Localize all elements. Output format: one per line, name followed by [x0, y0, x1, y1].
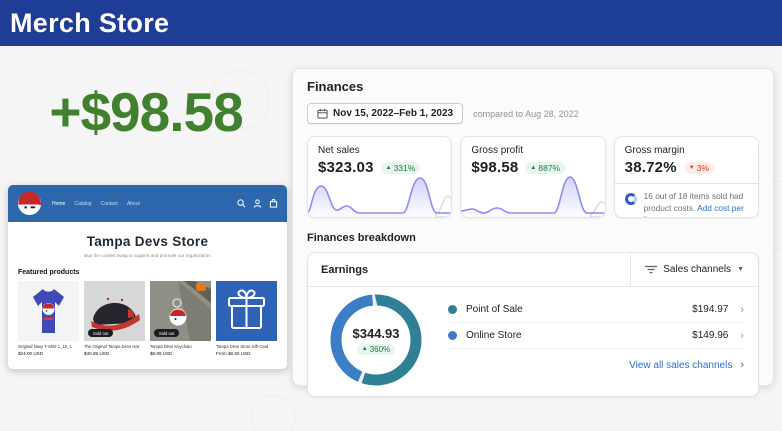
- chevron-down-icon: ▼: [737, 266, 744, 273]
- soldout-badge: Sold out: [154, 329, 179, 337]
- tshirt-image: [18, 281, 79, 341]
- channel-row-online-store[interactable]: Online Store $149.96 ›: [448, 323, 744, 349]
- chevron-right-icon: ›: [740, 359, 744, 371]
- metric-value: $323.03: [318, 159, 374, 176]
- slide: Merch Store +$98.58 Home Catalog Contact…: [0, 0, 782, 431]
- earnings-card: Earnings Sales channels ▼: [307, 252, 759, 397]
- product-name: Tampa Devs Store Gift Card: [216, 344, 277, 349]
- delta-badge: ▲ 331%: [381, 162, 421, 174]
- metric-label: Gross profit: [471, 145, 594, 156]
- product-name: Original Navy T-Shirt 1_10_1: [18, 344, 79, 349]
- store-nav-catalog[interactable]: Catalog: [74, 201, 91, 207]
- net-sales-sparkline: [308, 172, 452, 217]
- gross-profit-sparkline: [461, 172, 605, 217]
- earnings-donut-chart: $344.93 ▲ 360%: [326, 290, 426, 390]
- metric-label: Net sales: [318, 145, 441, 156]
- finances-breakdown-title: Finances breakdown: [307, 232, 759, 244]
- date-range-label: Nov 15, 2022–Feb 1, 2023: [333, 108, 453, 119]
- product-price: From $8.50 USD: [216, 351, 277, 356]
- arrow-up-icon: ▲: [362, 346, 368, 352]
- channel-value: $194.97: [692, 304, 728, 315]
- compare-text: compared to Aug 28, 2022: [473, 109, 579, 119]
- app-header: Merch Store: [0, 0, 782, 46]
- delta-badge: ▼ 3%: [684, 162, 714, 174]
- product-card-hat[interactable]: Sold out The Original Tampa Devs Hat $40…: [84, 281, 145, 356]
- soldout-badge: Sold out: [88, 329, 113, 337]
- sales-channels-label: Sales channels: [663, 264, 731, 275]
- metric-value: 38.72%: [625, 159, 677, 176]
- channel-dot-icon: [448, 305, 457, 314]
- account-icon[interactable]: [253, 199, 262, 208]
- delta-badge: ▲ 887%: [525, 162, 565, 174]
- channel-dot-icon: [448, 331, 457, 340]
- gift-card-image: [216, 281, 277, 341]
- product-card-tshirt[interactable]: Original Navy T-Shirt 1_10_1 $24.00 USD: [18, 281, 79, 356]
- product-price: $40.99 USD: [84, 351, 145, 356]
- calendar-icon: [317, 108, 328, 119]
- gross-margin-card[interactable]: Gross margin 38.72% ▼ 3% 16 out of 18 it…: [614, 136, 759, 218]
- store-title: Tampa Devs Store: [8, 234, 287, 249]
- channel-name: Online Store: [466, 330, 522, 341]
- channel-row-point-of-sale[interactable]: Point of Sale $194.97 ›: [448, 297, 744, 323]
- arrow-up-icon: ▲: [386, 165, 392, 171]
- channel-value: $149.96: [692, 330, 728, 341]
- search-icon[interactable]: [237, 199, 246, 208]
- gross-profit-card[interactable]: Gross profit $98.58 ▲ 887%: [460, 136, 605, 218]
- filter-icon: [645, 265, 657, 274]
- channel-name: Point of Sale: [466, 304, 523, 315]
- earnings-delta-badge: ▲ 360%: [357, 344, 395, 355]
- cart-icon[interactable]: [269, 199, 278, 208]
- margin-note: 16 out of 18 items sold had product cost…: [644, 191, 748, 218]
- chevron-right-icon: ›: [740, 304, 744, 316]
- store-screenshot: Home Catalog Contact About: [8, 185, 287, 369]
- store-logo-icon[interactable]: [17, 191, 42, 216]
- store-subtitle: Buy the coolest swag to support and prom…: [8, 253, 287, 258]
- profit-highlight: +$98.58: [0, 80, 292, 144]
- store-navbar: Home Catalog Contact About: [8, 185, 287, 222]
- finances-panel: Finances Nov 15, 2022–Feb 1, 2023 compar…: [292, 68, 774, 386]
- product-price: $8.99 USD: [150, 351, 211, 356]
- product-name: The Original Tampa Devs Hat: [84, 344, 145, 349]
- view-all-sales-channels-link[interactable]: View all sales channels: [629, 360, 732, 371]
- background-doodle: [250, 395, 296, 431]
- product-price: $24.00 USD: [18, 351, 79, 356]
- date-range-picker[interactable]: Nov 15, 2022–Feb 1, 2023: [307, 103, 463, 124]
- metric-value: $98.58: [471, 159, 518, 176]
- page-title: Merch Store: [0, 8, 169, 39]
- progress-ring-icon: [625, 193, 637, 205]
- featured-products-row: Original Navy T-Shirt 1_10_1 $24.00 USD …: [8, 276, 287, 356]
- store-nav-about[interactable]: About: [127, 201, 140, 207]
- arrow-up-icon: ▲: [530, 165, 536, 171]
- net-sales-card[interactable]: Net sales $323.03 ▲ 331%: [307, 136, 452, 218]
- store-nav-home[interactable]: Home: [52, 201, 65, 207]
- featured-products-label: Featured products: [18, 269, 287, 276]
- sales-channels-dropdown[interactable]: Sales channels ▼: [630, 253, 758, 286]
- metric-label: Gross margin: [625, 145, 748, 156]
- product-card-giftcard[interactable]: Tampa Devs Store Gift Card From $8.50 US…: [216, 281, 277, 356]
- finances-title: Finances: [307, 79, 759, 94]
- product-name: Tampa Devs Keychain: [150, 344, 211, 349]
- earnings-total: $344.93: [353, 326, 400, 341]
- store-nav-links: Home Catalog Contact About: [52, 201, 140, 207]
- chevron-right-icon: ›: [740, 330, 744, 342]
- arrow-down-icon: ▼: [689, 165, 695, 171]
- product-card-keychain[interactable]: Sold out Tampa Devs Keychain $8.99 USD: [150, 281, 211, 356]
- store-nav-contact[interactable]: Contact: [101, 201, 118, 207]
- earnings-title: Earnings: [308, 264, 368, 276]
